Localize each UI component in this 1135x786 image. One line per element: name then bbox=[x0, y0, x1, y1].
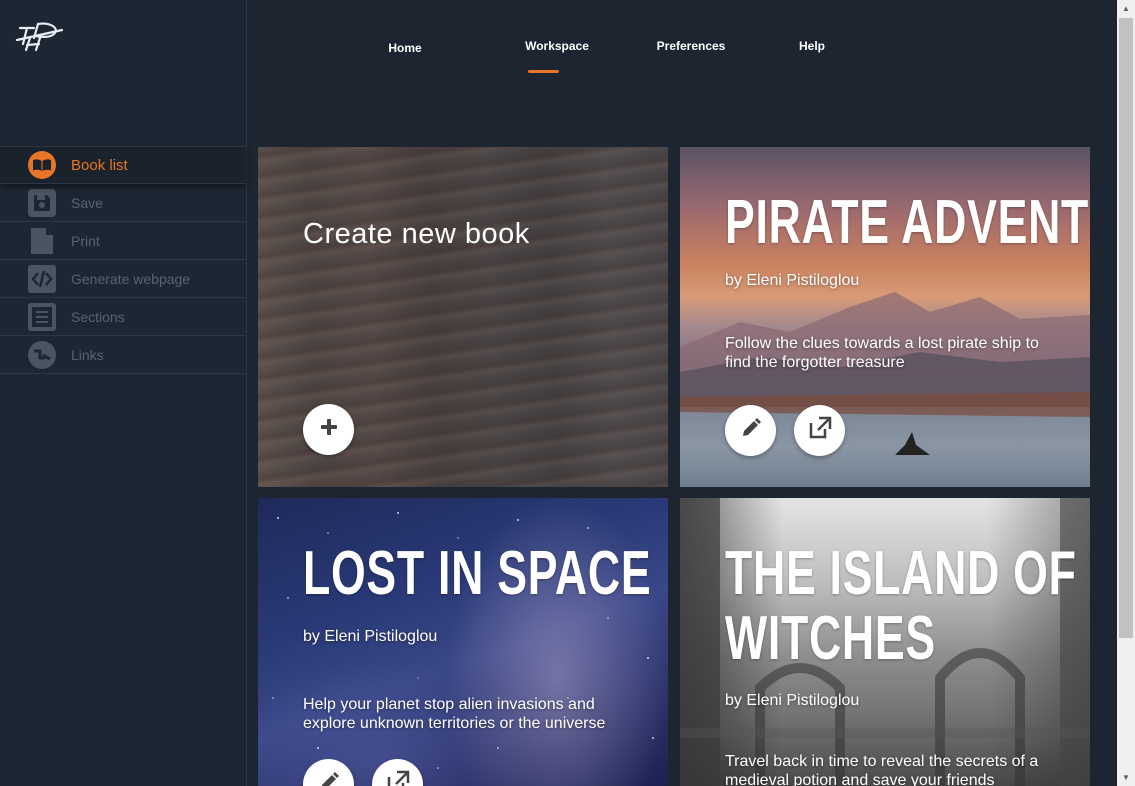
scrollbar-thumb[interactable] bbox=[1119, 18, 1133, 638]
vertical-scrollbar[interactable]: ▲ ▼ bbox=[1117, 0, 1135, 786]
book-author: by Eleni Pistiloglou bbox=[303, 628, 438, 645]
sidebar-item-label: Save bbox=[71, 194, 103, 211]
tab-help[interactable]: Help bbox=[799, 39, 825, 53]
book-description: Help your planet stop alien invasions an… bbox=[303, 696, 606, 732]
sidebar-item-label: Links bbox=[71, 346, 104, 363]
external-link-icon bbox=[385, 769, 411, 786]
sidebar-item-generate-webpage[interactable]: Generate webpage bbox=[0, 260, 246, 298]
book-card-lost-in-space[interactable]: LOST IN SPACE by Eleni Pistiloglou Help … bbox=[258, 498, 668, 786]
pencil-icon bbox=[318, 771, 340, 786]
tab-home[interactable]: Home bbox=[388, 41, 421, 55]
floppy-disk-icon bbox=[28, 188, 56, 217]
book-author: by Eleni Pistiloglou bbox=[725, 272, 860, 289]
create-book-title: Create new book bbox=[303, 218, 530, 250]
scroll-up-arrow-icon[interactable]: ▲ bbox=[1117, 0, 1135, 17]
book-title-line2: WITCHES bbox=[725, 604, 936, 673]
sidebar-item-label: Sections bbox=[71, 308, 125, 325]
tab-workspace[interactable]: Workspace bbox=[525, 39, 589, 53]
book-title-line1: THE ISLAND OF THE bbox=[725, 539, 1090, 608]
book-card-island-of-the-witches[interactable]: THE ISLAND OF THE WITCHES by Eleni Pisti… bbox=[680, 498, 1090, 786]
sidebar-item-save[interactable]: Save bbox=[0, 184, 246, 222]
sidebar-item-sections[interactable]: Sections bbox=[0, 298, 246, 336]
tab-preferences[interactable]: Preferences bbox=[657, 39, 726, 53]
open-book-icon bbox=[28, 151, 56, 179]
app-logo[interactable] bbox=[14, 16, 66, 56]
document-icon bbox=[28, 227, 56, 255]
list-icon bbox=[28, 302, 56, 331]
sidebar-item-book-list[interactable]: Book list bbox=[0, 146, 246, 184]
sidebar-item-label: Print bbox=[71, 232, 100, 249]
sidebar-item-links[interactable]: Links bbox=[0, 336, 246, 374]
code-icon bbox=[28, 264, 56, 293]
sidebar-item-print[interactable]: Print bbox=[0, 222, 246, 260]
scroll-down-arrow-icon[interactable]: ▼ bbox=[1117, 769, 1135, 786]
book-title: LOST IN SPACE bbox=[303, 539, 652, 608]
plus-icon bbox=[319, 417, 339, 442]
external-link-icon bbox=[807, 415, 833, 446]
edit-book-button[interactable] bbox=[725, 405, 776, 456]
sidebar: Book list Save Print Generate webpage Se… bbox=[0, 0, 247, 786]
create-book-button[interactable] bbox=[303, 404, 354, 455]
sidebar-menu: Book list Save Print Generate webpage Se… bbox=[0, 146, 246, 374]
book-author: by Eleni Pistiloglou bbox=[725, 692, 860, 709]
book-description: Follow the clues towards a lost pirate s… bbox=[725, 335, 1039, 371]
book-card-pirate-adventure[interactable]: PIRATE ADVENTURE by Eleni Pistiloglou Fo… bbox=[680, 147, 1090, 487]
book-description: Travel back in time to reveal the secret… bbox=[725, 753, 1039, 786]
book-title: PIRATE ADVENTURE bbox=[725, 188, 1090, 257]
link-icon bbox=[28, 340, 56, 369]
sidebar-item-label: Generate webpage bbox=[71, 270, 191, 287]
sidebar-item-label: Book list bbox=[71, 156, 128, 174]
active-tab-indicator bbox=[528, 70, 559, 73]
open-book-button[interactable] bbox=[794, 405, 845, 456]
pencil-icon bbox=[740, 417, 762, 444]
create-book-card[interactable]: Create new book bbox=[258, 147, 668, 487]
